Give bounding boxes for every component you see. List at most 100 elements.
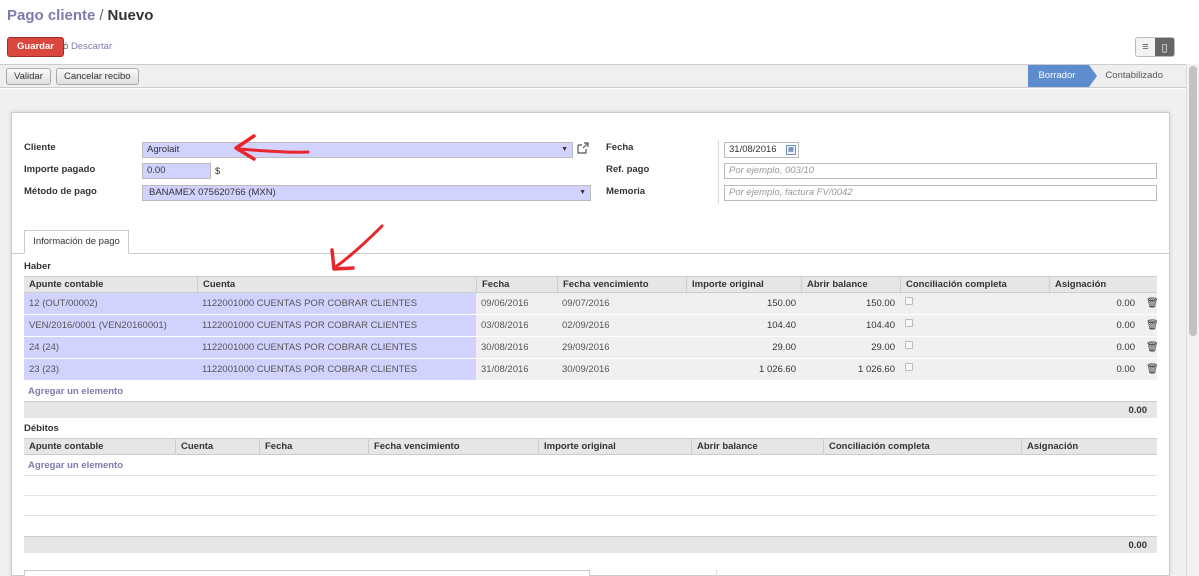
external-link-icon[interactable] [577,142,589,156]
reconcile-checkbox[interactable] [905,362,913,371]
trash-icon[interactable]: 🗑 [1136,359,1157,380]
status-draft[interactable]: Borrador [1028,65,1098,87]
cell-full-reconcile [900,337,1049,358]
cell-open-balance: 104.40 [865,320,895,331]
tab-divider [12,253,1169,254]
cell-move: 12 (OUT/00002) [24,293,197,314]
reconcile-checkbox[interactable] [905,340,913,349]
cell-open-balance: 150.00 [865,298,895,309]
reconcile-checkbox[interactable] [905,318,913,327]
cell-full-reconcile [900,359,1049,380]
cell-due-date: 29/09/2016 [562,342,610,353]
memo-label: Memoria [606,186,646,197]
cell-move: VEN/2016/0001 (VEN20160001) [24,315,197,336]
trash-icon[interactable]: 🗑 [1136,293,1157,314]
payment-method-value: BANAMEX 075620766 (MXN) [149,187,276,198]
date-label: Fecha [606,142,634,153]
debits-add-item-link[interactable]: Agregar un elemento [28,460,123,471]
cell-date: 31/08/2016 [481,364,529,375]
cell-full-reconcile [900,315,1049,336]
col-header-allocation[interactable]: Asignación [1021,439,1157,454]
cell-allocation[interactable]: 0.00 [1049,359,1140,380]
customer-field[interactable]: Agrolait ▼ [142,142,573,158]
cell-allocation[interactable]: 0.00 [1049,293,1140,314]
col-header-full-reconcile[interactable]: Conciliación completa [900,277,1049,292]
table-row[interactable]: 24 (24) 1122001000 CUENTAS POR COBRAR CL… [24,337,1157,359]
col-header-account[interactable]: Cuenta [197,277,476,292]
scrollbar-thumb[interactable] [1189,66,1197,336]
credits-total: 0.00 [1128,405,1148,416]
date-field[interactable]: 31/08/2016 ▦ [724,142,799,158]
debits-table: Apunte contable Cuenta Fecha Fecha venci… [24,438,1157,455]
debits-total: 0.00 [1128,540,1148,551]
memo-input[interactable]: Por ejemplo, factura FV/0042 [724,185,1157,201]
payment-ref-input[interactable]: Por ejemplo, 003/10 [724,163,1157,179]
col-header-due-date[interactable]: Fecha vencimiento [368,439,538,454]
trash-icon[interactable]: 🗑 [1136,315,1157,336]
credits-add-item-link[interactable]: Agregar un elemento [28,386,123,397]
reconcile-checkbox[interactable] [905,296,913,305]
empty-row-line [24,515,1157,516]
currency-symbol: $ [215,166,221,177]
column-divider [718,140,719,204]
cell-full-reconcile [900,293,1049,314]
col-header-move[interactable]: Apunte contable [24,439,175,454]
table-row[interactable]: VEN/2016/0001 (VEN20160001) 1122001000 C… [24,315,1157,337]
col-header-move[interactable]: Apunte contable [24,277,197,292]
payment-method-field[interactable]: BANAMEX 075620766 (MXN) ▼ [142,185,591,201]
cell-account: 1122001000 CUENTAS POR COBRAR CLIENTES [197,337,476,358]
action-bar: Validar Cancelar recibo Borrador Contabi… [0,64,1186,88]
col-header-open-balance[interactable]: Abrir balance [801,277,900,292]
cell-allocation[interactable]: 0.00 [1049,315,1140,336]
breadcrumb-current: Nuevo [107,7,154,24]
cell-move: 24 (24) [24,337,197,358]
trash-icon[interactable]: 🗑 [1136,337,1157,358]
bottom-divider [716,570,717,576]
col-header-original-amount[interactable]: Importe original [686,277,801,292]
credits-table: Apunte contable Cuenta Fecha Fecha venci… [24,276,1157,382]
payment-method-label: Método de pago [24,186,97,197]
form-view-icon[interactable]: ▯ [1155,38,1174,56]
debits-header-row: Apunte contable Cuenta Fecha Fecha venci… [24,438,1157,455]
col-header-full-reconcile[interactable]: Conciliación completa [823,439,1021,454]
cell-open-balance: 29.00 [871,342,895,353]
tab-payment-info[interactable]: Información de pago [24,230,129,254]
caret-down-icon[interactable]: ▼ [561,143,568,157]
col-header-open-balance[interactable]: Abrir balance [691,439,823,454]
credits-total-row: 0.00 [24,401,1157,418]
status-posted[interactable]: Contabilizado [1089,65,1173,87]
debits-total-row: 0.00 [24,536,1157,553]
caret-down-icon[interactable]: ▼ [579,186,586,200]
col-header-due-date[interactable]: Fecha vencimiento [557,277,686,292]
cell-due-date: 09/07/2016 [562,298,610,309]
list-view-icon[interactable]: ≡ [1136,38,1155,56]
empty-row-line [24,475,1157,476]
payment-ref-placeholder: Por ejemplo, 003/10 [729,165,815,176]
credits-header-row: Apunte contable Cuenta Fecha Fecha venci… [24,276,1157,293]
cell-due-date: 30/09/2016 [562,364,610,375]
page-scrollbar[interactable] [1186,64,1199,576]
breadcrumb-separator: / [99,7,104,24]
amount-field[interactable]: 0.00 [142,163,211,179]
breadcrumb: Pago cliente / Nuevo [7,7,153,24]
discard-link[interactable]: Descartar [71,41,112,52]
col-header-account[interactable]: Cuenta [175,439,259,454]
col-header-date[interactable]: Fecha [476,277,557,292]
cell-original-amount: 29.00 [772,342,796,353]
col-header-allocation[interactable]: Asignación [1049,277,1157,292]
or-label: ó [63,41,69,52]
customer-label: Cliente [24,142,56,153]
table-row[interactable]: 23 (23) 1122001000 CUENTAS POR COBRAR CL… [24,359,1157,381]
table-row[interactable]: 12 (OUT/00002) 1122001000 CUENTAS POR CO… [24,293,1157,315]
col-header-date[interactable]: Fecha [259,439,368,454]
save-button[interactable]: Guardar [7,37,64,57]
cell-account: 1122001000 CUENTAS POR COBRAR CLIENTES [197,293,476,314]
calendar-icon[interactable]: ▦ [786,145,796,155]
breadcrumb-parent-link[interactable]: Pago cliente [7,7,95,24]
cell-date: 30/08/2016 [481,342,529,353]
cancel-receipt-button[interactable]: Cancelar recibo [56,68,139,85]
cell-account: 1122001000 CUENTAS POR COBRAR CLIENTES [197,315,476,336]
cell-allocation[interactable]: 0.00 [1049,337,1140,358]
col-header-original-amount[interactable]: Importe original [538,439,691,454]
validate-button[interactable]: Validar [6,68,51,85]
